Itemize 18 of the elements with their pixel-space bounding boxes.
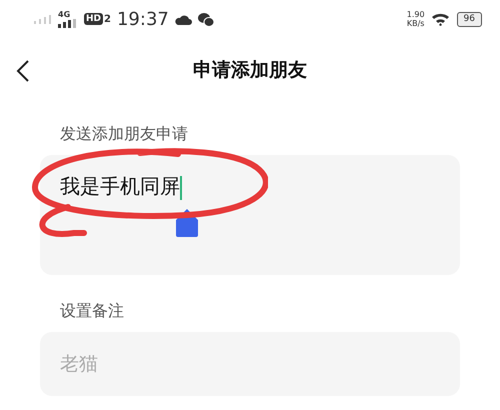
wifi-icon [430,12,451,26]
clock: 19:37 [116,8,169,30]
remark-field[interactable]: 老猫 [40,332,460,396]
back-icon[interactable] [16,60,30,82]
page-title: 申请添加朋友 [193,58,307,83]
hd-subscript: 2 [104,14,111,25]
field-label: 设置备注 [59,301,125,322]
cursor-handle[interactable] [176,209,198,237]
chat-icon [198,12,214,26]
speed-unit: KB/s [406,19,424,28]
network-label: 4G [58,10,70,19]
field-label: 发送添加朋友申请 [59,124,189,145]
signal-icon [34,14,52,24]
battery-indicator: 96 [456,12,482,26]
message-field[interactable]: 我是手机同屏 [40,155,460,275]
speed-value: 1.90 [406,10,425,19]
signal-icon [58,19,78,28]
hd-badge: HD [84,13,104,25]
